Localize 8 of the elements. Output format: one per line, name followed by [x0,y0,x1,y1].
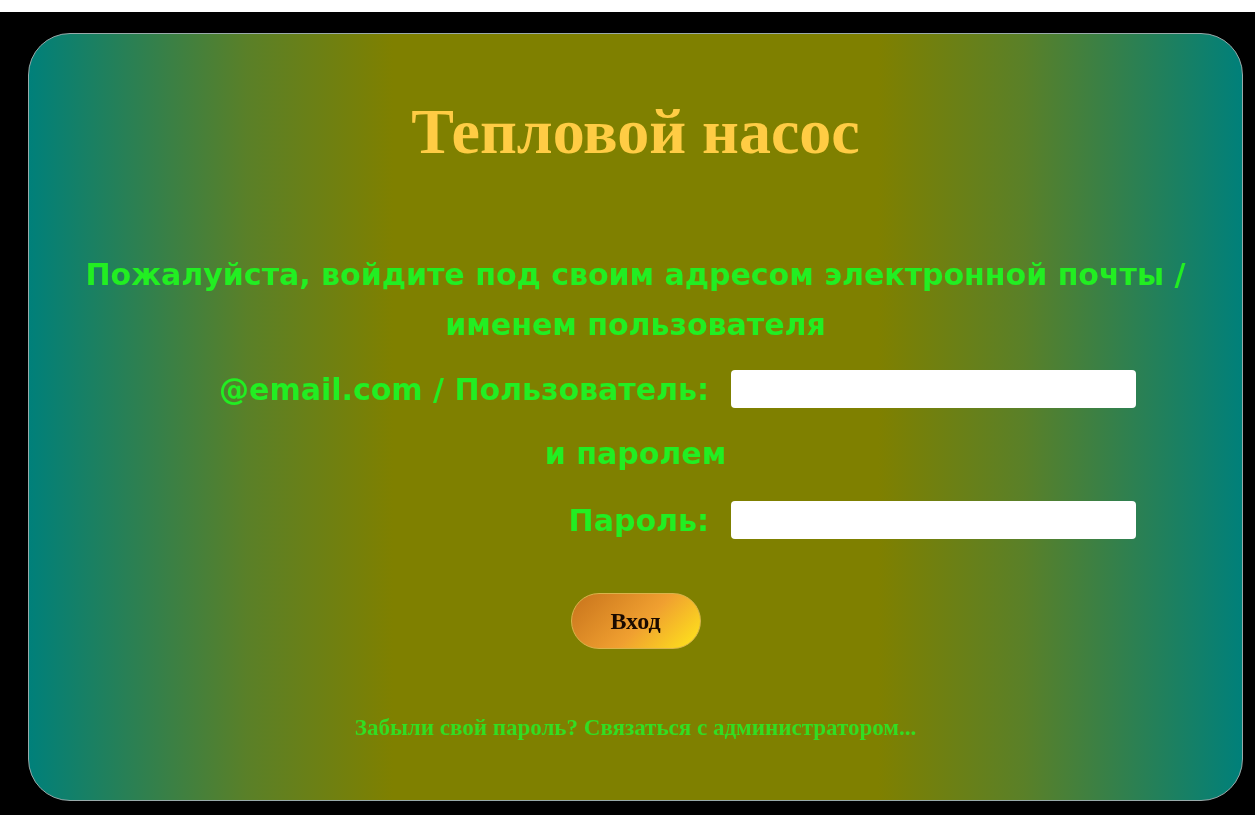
username-field[interactable] [731,370,1136,408]
field-label: @email.com / Пользователь: [218,371,709,407]
login-button[interactable]: Вход [570,593,701,649]
password-field[interactable] [731,501,1136,539]
login-prompt: Пожалуйста, войдите под своим адресом электронной почты / именем пользователя [84,256,1187,344]
field-label: Пароль: [567,502,709,538]
separator-text: и паролем [544,436,727,471]
page-title: Тепловой насос [411,100,860,164]
